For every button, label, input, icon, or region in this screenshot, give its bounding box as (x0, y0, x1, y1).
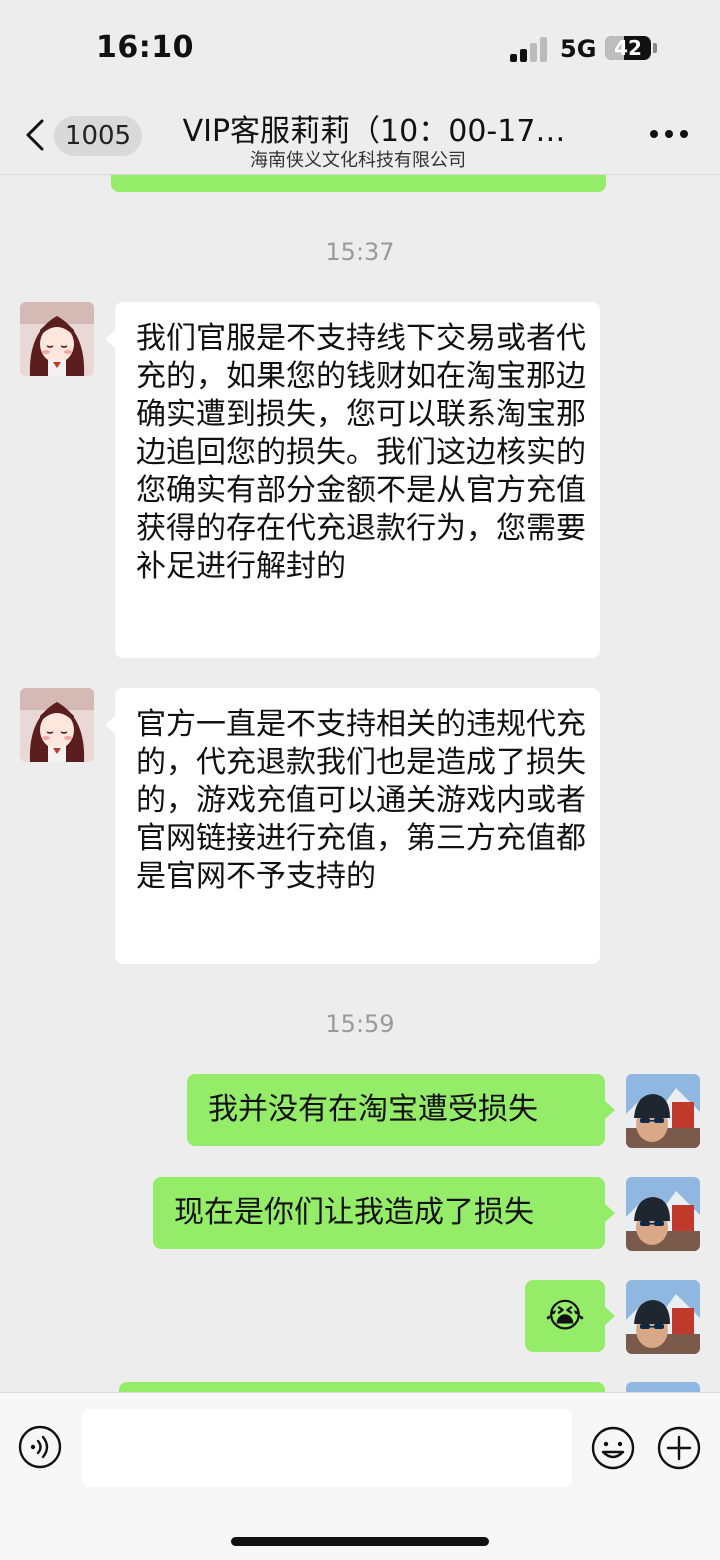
user-avatar[interactable] (626, 1382, 700, 1392)
status-bar: 16:10 5G 42 (0, 0, 720, 96)
home-indicator[interactable] (231, 1537, 489, 1546)
message-bubble-partial-bottom[interactable] (119, 1382, 605, 1392)
bubble-tail (105, 716, 115, 734)
battery-icon: 42 (605, 36, 651, 60)
message-bubble-partial-top[interactable] (111, 174, 606, 192)
message-text: 我并没有在淘宝遭受损失 (208, 1092, 538, 1127)
message-input[interactable] (82, 1409, 572, 1487)
status-time: 16:10 (96, 30, 194, 65)
input-bar (0, 1392, 720, 1560)
chat-header: 1005 VIP客服莉莉（10：00-17… 海南侠义文化科技有限公司 (0, 96, 720, 175)
message-bubble-outgoing[interactable]: 😭 (525, 1280, 605, 1352)
agent-avatar[interactable] (20, 302, 94, 376)
message-text: 我们官服是不支持线下交易或者代充的，如果您的钱财如在淘宝那边确实遭到损失，您可以… (136, 321, 586, 584)
emoji-icon[interactable] (590, 1425, 636, 1471)
message-bubble-incoming[interactable]: 官方一直是不支持相关的违规代充的，代充退款我们也是造成了损失的，游戏充值可以通关… (115, 688, 600, 964)
chat-title: VIP客服莉莉（10：00-17… (182, 114, 566, 149)
network-type: 5G (560, 35, 597, 63)
chevron-left-icon[interactable] (24, 118, 46, 152)
bubble-tail (605, 1204, 615, 1222)
battery-percentage: 42 (614, 36, 642, 60)
unread-count-badge[interactable]: 1005 (54, 116, 142, 156)
cellular-signal-icon (510, 36, 550, 62)
loudly-crying-emoji-icon: 😭 (545, 1296, 585, 1336)
bubble-tail (605, 1101, 615, 1119)
timestamp: 15:59 (325, 1010, 395, 1038)
plus-icon[interactable] (656, 1425, 702, 1471)
chat-subtitle: 海南侠义文化科技有限公司 (250, 150, 466, 171)
user-avatar[interactable] (626, 1177, 700, 1251)
agent-avatar[interactable] (20, 688, 94, 762)
bubble-tail (605, 1307, 615, 1325)
user-avatar[interactable] (626, 1074, 700, 1148)
message-text: 官方一直是不支持相关的违规代充的，代充退款我们也是造成了损失的，游戏充值可以通关… (136, 707, 586, 894)
wechat-chat-screen: 16:10 5G 42 1005 VIP客服莉莉（10：00-17… 海南侠义文… (0, 0, 720, 1560)
message-bubble-outgoing[interactable]: 现在是你们让我造成了损失 (153, 1177, 605, 1249)
timestamp: 15:37 (325, 238, 395, 266)
voice-icon[interactable] (18, 1425, 62, 1469)
message-bubble-incoming[interactable]: 我们官服是不支持线下交易或者代充的，如果您的钱财如在淘宝那边确实遭到损失，您可以… (115, 302, 600, 658)
message-bubble-outgoing[interactable]: 我并没有在淘宝遭受损失 (187, 1074, 605, 1146)
message-list[interactable]: 15:37 我们官服是不支持线下交易或者代充的，如果您的钱财如在淘宝那边确实遭到… (0, 174, 720, 1392)
bubble-tail (105, 330, 115, 348)
more-dots-icon[interactable] (650, 130, 690, 140)
battery-cap (653, 43, 657, 53)
message-text: 现在是你们让我造成了损失 (174, 1195, 534, 1230)
user-avatar[interactable] (626, 1280, 700, 1354)
